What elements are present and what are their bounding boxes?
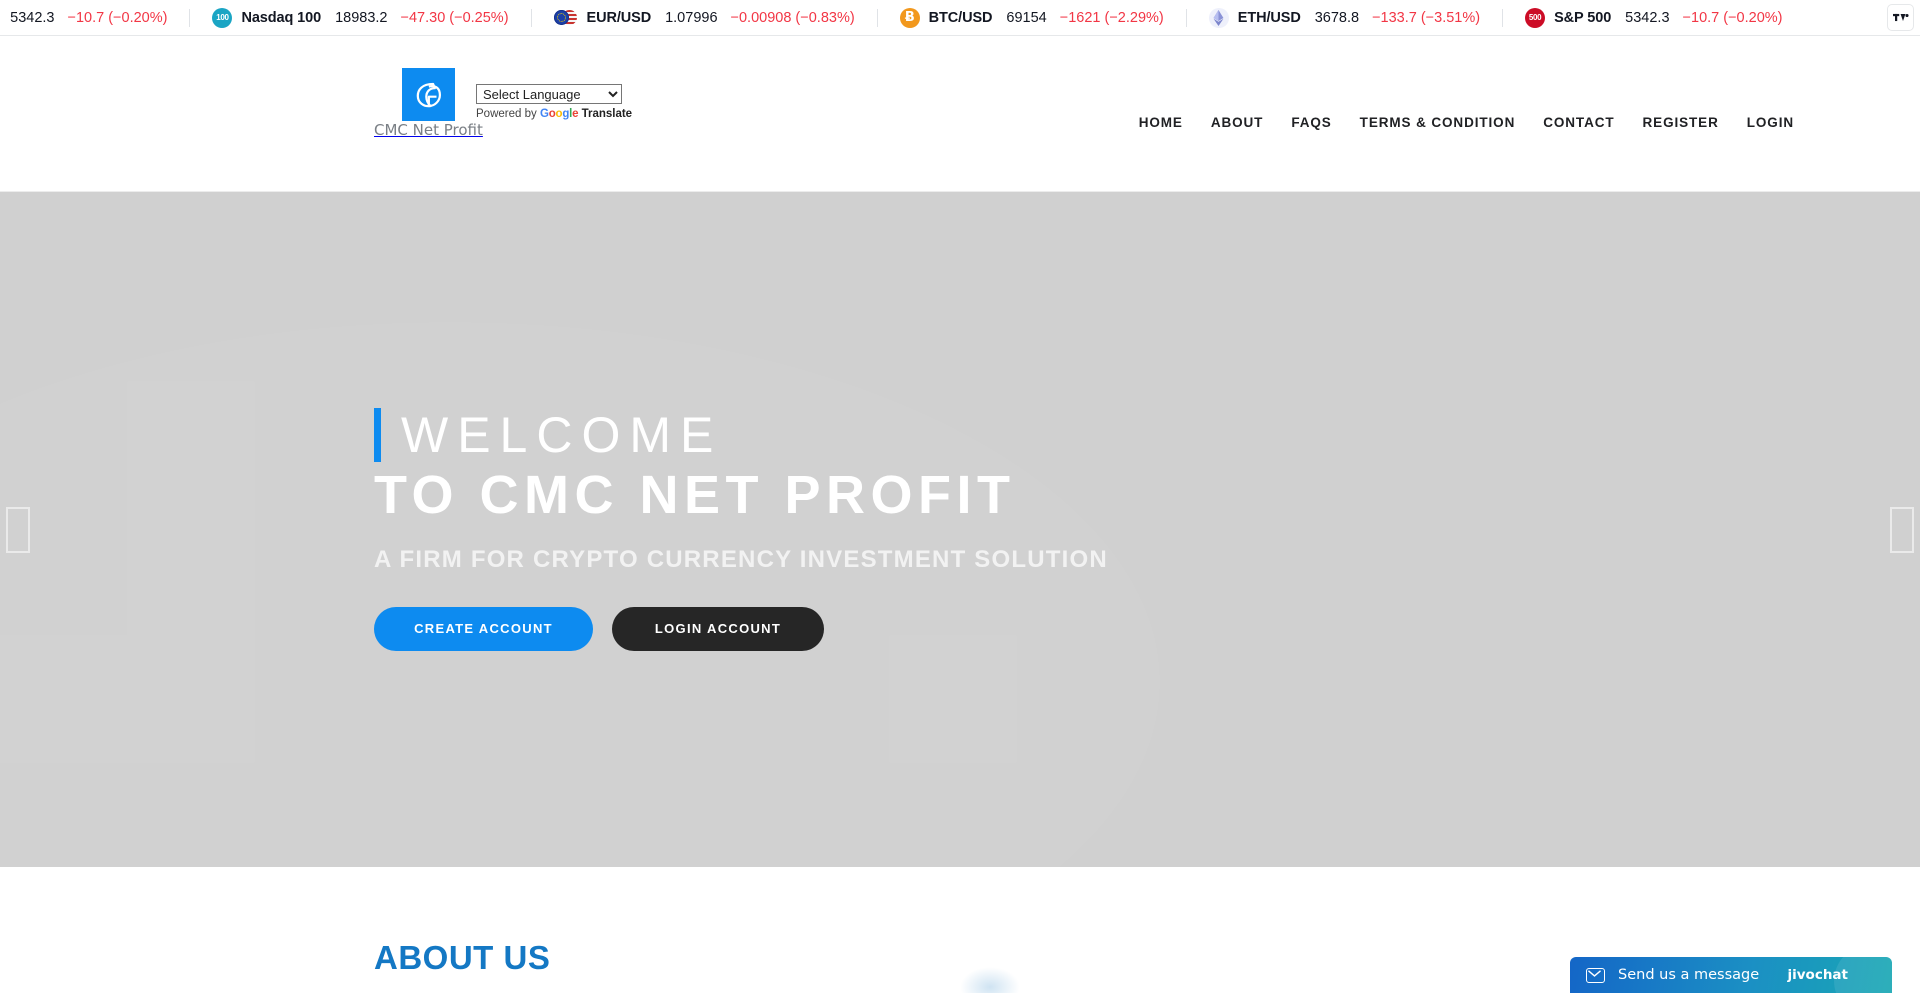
hero-welcome-text: WELCOME — [401, 407, 723, 464]
ticker-symbol: Nasdaq 100 — [241, 9, 322, 26]
nav-item-contact[interactable]: CONTACT — [1529, 115, 1628, 130]
about-section-title: ABOUT US — [374, 939, 551, 976]
ethereum-icon — [1208, 7, 1229, 28]
login-account-button[interactable]: LOGIN ACCOUNT — [612, 606, 824, 651]
about-section: ABOUT US Send us a message jivochat — [0, 867, 1920, 993]
ticker-change: −0.00908 (−0.83%) — [730, 9, 855, 26]
sp500-icon: 500 — [1525, 7, 1546, 28]
site-header: CMC Net Profit Select Language Powered b… — [0, 36, 1920, 192]
hero-title: TO CMC NET PROFIT — [374, 465, 1016, 526]
hero-content: WELCOME TO CMC NET PROFIT A FIRM FOR CRY… — [374, 192, 1108, 867]
ticker-symbol: EUR/USD — [586, 9, 652, 26]
brand-name: CMC Net Profit — [374, 121, 483, 139]
ticker-divider — [1502, 8, 1504, 27]
about-decoration-icon — [960, 967, 1020, 993]
jivochat-brand-label: jivochat — [1787, 967, 1848, 983]
chat-label: Send us a message — [1618, 967, 1760, 983]
powered-by-label: Powered by — [476, 108, 537, 120]
google-logo: Google — [539, 108, 579, 120]
create-account-button[interactable]: CREATE ACCOUNT — [374, 606, 593, 651]
carousel-prev-arrow-icon[interactable] — [6, 506, 30, 553]
language-select[interactable]: Select Language — [476, 84, 622, 104]
nav-item-terms[interactable]: TERMS & CONDITION — [1346, 115, 1530, 130]
ticker-last-price: 1.07996 — [665, 9, 718, 26]
ticker-divider — [530, 8, 532, 27]
ticker-last-price: 69154 — [1006, 9, 1047, 26]
ticker-item[interactable]: Ƀ BTC/USD 69154 −1621 (−2.29%) — [899, 0, 1164, 35]
ticker-divider — [1185, 8, 1187, 27]
eurusd-icon — [553, 8, 578, 28]
cmc-logo-icon — [401, 68, 455, 121]
google-translate-widget[interactable]: Select Language Powered by Google Transl… — [476, 84, 632, 120]
ticker-last-price: 3678.8 — [1314, 9, 1360, 26]
envelope-icon — [1586, 967, 1605, 983]
ticker-symbol: ETH/USD — [1237, 9, 1301, 26]
ticker-change: −10.7 (−0.20%) — [67, 9, 168, 26]
ticker-change: −10.7 (−0.20%) — [1682, 9, 1783, 26]
ticker-change: −47.30 (−0.25%) — [400, 9, 509, 26]
tradingview-logo-button[interactable] — [1887, 4, 1914, 31]
ticker-last-price: 18983.2 — [335, 9, 388, 26]
ticker-symbol: BTC/USD — [928, 9, 993, 26]
main-navigation: HOME ABOUT FAQS TERMS & CONDITION CONTAC… — [1125, 115, 1808, 130]
ticker-item[interactable]: 500 P 500 5342.3 −10.7 (−0.20%) — [0, 0, 168, 35]
market-ticker-bar[interactable]: 500 P 500 5342.3 −10.7 (−0.20%) 100 Nasd… — [0, 0, 1920, 36]
hero-subtitle: A FIRM FOR CRYPTO CURRENCY INVESTMENT SO… — [374, 545, 1108, 573]
nav-item-about[interactable]: ABOUT — [1197, 115, 1278, 130]
ticker-divider — [189, 8, 191, 27]
ticker-last-price: 5342.3 — [10, 9, 55, 26]
ticker-change: −133.7 (−3.51%) — [1372, 9, 1481, 26]
brand-logo-link[interactable]: CMC Net Profit — [374, 68, 483, 140]
nav-item-faqs[interactable]: FAQS — [1277, 115, 1345, 130]
ticker-symbol: S&P 500 — [1554, 9, 1612, 26]
translate-label: Translate — [581, 108, 633, 120]
ticker-track: 500 P 500 5342.3 −10.7 (−0.20%) 100 Nasd… — [0, 0, 1783, 35]
hero-welcome-row: WELCOME — [374, 407, 1108, 464]
nav-item-home[interactable]: HOME — [1125, 115, 1197, 130]
nasdaq-icon: 100 — [212, 7, 233, 28]
powered-by-google-translate: Powered by Google Translate — [476, 108, 632, 120]
hero-accent-bar — [374, 408, 381, 463]
bitcoin-icon: Ƀ — [899, 7, 920, 28]
nav-item-register[interactable]: REGISTER — [1629, 115, 1733, 130]
ticker-item[interactable]: 100 Nasdaq 100 18983.2 −47.30 (−0.25%) — [212, 0, 509, 35]
hero-slider: WELCOME TO CMC NET PROFIT A FIRM FOR CRY… — [0, 192, 1920, 867]
ticker-item[interactable]: 500 S&P 500 5342.3 −10.7 (−0.20%) — [1525, 0, 1783, 35]
nav-item-login[interactable]: LOGIN — [1733, 115, 1808, 130]
carousel-next-arrow-icon[interactable] — [1890, 506, 1914, 553]
hero-cta-group: CREATE ACCOUNT LOGIN ACCOUNT — [374, 606, 1108, 651]
ticker-last-price: 5342.3 — [1625, 9, 1670, 26]
ticker-item[interactable]: ETH/USD 3678.8 −133.7 (−3.51%) — [1208, 0, 1481, 35]
ticker-divider — [876, 8, 878, 27]
jivochat-widget[interactable]: Send us a message jivochat — [1570, 957, 1892, 993]
ticker-item[interactable]: EUR/USD 1.07996 −0.00908 (−0.83%) — [553, 0, 855, 35]
ticker-change: −1621 (−2.29%) — [1059, 9, 1164, 26]
